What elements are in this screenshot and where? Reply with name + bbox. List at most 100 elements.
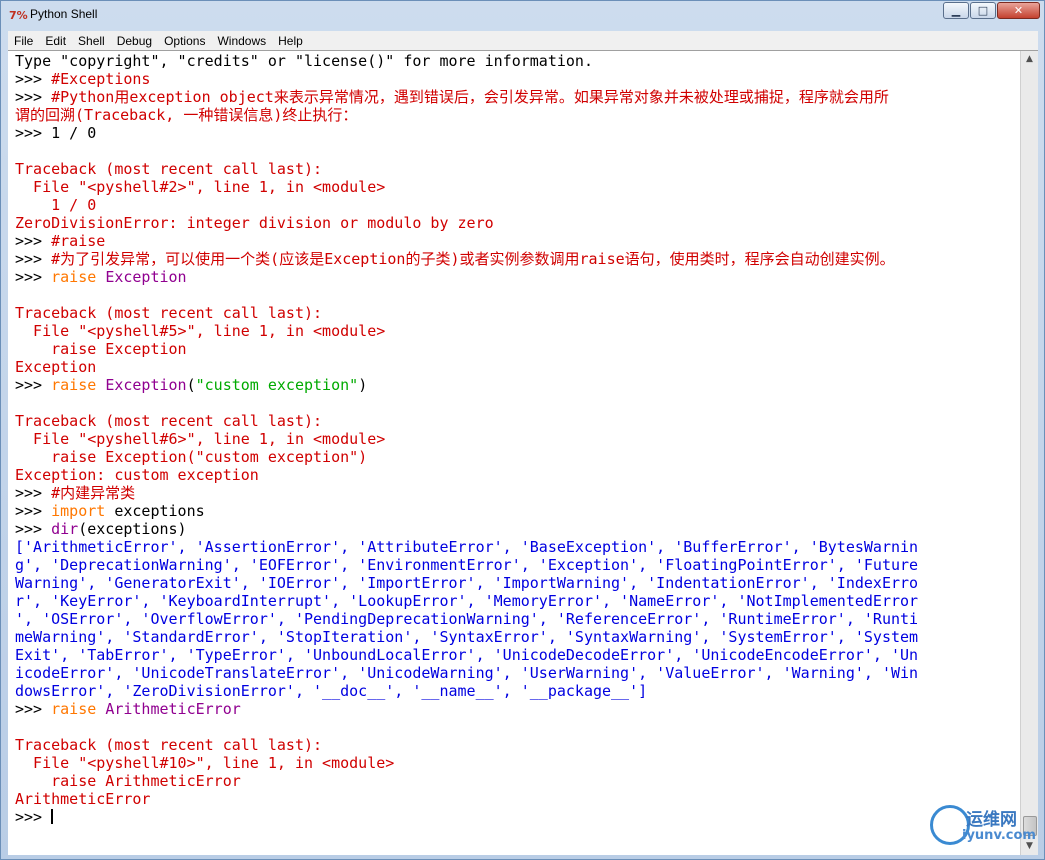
title-bar[interactable]: 7% Python Shell ▁ □ ✕ (1, 1, 1044, 30)
shell-text-segment: Traceback (most recent call last): (15, 412, 323, 430)
shell-line: 谓的回溯(Traceback, 一种错误信息)终止执行： (15, 106, 1020, 124)
shell-text-segment: >>> (15, 232, 52, 250)
menu-debug[interactable]: Debug (111, 34, 158, 48)
site-watermark: 运维网 iyunv.com (930, 803, 1036, 849)
shell-line: >>> dir(exceptions) (15, 520, 1020, 538)
menu-windows[interactable]: Windows (211, 34, 272, 48)
menu-help[interactable]: Help (272, 34, 309, 48)
scroll-up-arrow-icon[interactable]: ▲ (1021, 51, 1038, 68)
menu-file[interactable]: File (8, 34, 39, 48)
shell-text-segment: (exceptions) (78, 520, 187, 538)
shell-text-segment: ArithmeticError (15, 790, 151, 808)
shell-line: Type "copyright", "credits" or "license(… (15, 52, 1020, 70)
shell-text-segment: >>> (15, 268, 52, 286)
shell-text-segment: >>> (15, 502, 52, 520)
shell-text-segment (96, 376, 105, 394)
shell-text-segment: Exception (105, 268, 187, 286)
shell-line: ', 'OSError', 'OverflowError', 'PendingD… (15, 610, 1020, 628)
shell-text-segment: >>> (15, 376, 52, 394)
shell-text-segment: Type "copyright", "credits" or "license(… (15, 52, 593, 70)
menu-shell[interactable]: Shell (72, 34, 111, 48)
shell-text-segment: >>> (15, 250, 52, 268)
shell-text-segment: Exception: custom exception (15, 466, 259, 484)
shell-line: r', 'KeyError', 'KeyboardInterrupt', 'Lo… (15, 592, 1020, 610)
shell-text-segment: meWarning', 'StandardError', 'StopIterat… (15, 628, 919, 646)
shell-text-segment: raise (51, 700, 97, 718)
vertical-scrollbar[interactable]: ▲ ▼ (1020, 51, 1038, 855)
close-button[interactable]: ✕ (997, 2, 1040, 19)
shell-text-segment: Traceback (most recent call last): (15, 736, 323, 754)
shell-text-segment: 1 / 0 (15, 196, 97, 214)
shell-line: Warning', 'GeneratorExit', 'IOError', 'I… (15, 574, 1020, 592)
shell-text-segment: >>> (15, 700, 52, 718)
shell-text-segment: raise Exception (15, 340, 187, 358)
shell-text-segment: Exception (105, 376, 187, 394)
shell-text-segment: Exit', 'TabError', 'TypeError', 'Unbound… (15, 646, 919, 664)
menu-bar: File Edit Shell Debug Options Windows He… (8, 31, 1038, 50)
shell-line: icodeError', 'UnicodeTranslateError', 'U… (15, 664, 1020, 682)
window-controls: ▁ □ ✕ (942, 2, 1040, 19)
shell-text-segment: File "<pyshell#2>", line 1, in <module> (15, 178, 386, 196)
shell-text-segment: 谓的回溯(Traceback, 一种错误信息)终止执行： (15, 106, 358, 124)
shell-line: raise ArithmeticError (15, 772, 1020, 790)
shell-text-segment: raise Exception("custom exception") (15, 448, 368, 466)
shell-text-segment: File "<pyshell#6>", line 1, in <module> (15, 430, 386, 448)
shell-text-segment: r', 'KeyError', 'KeyboardInterrupt', 'Lo… (15, 592, 919, 610)
shell-text-segment: >>> 1 / 0 (15, 124, 97, 142)
shell-text-segment: #raise (51, 232, 106, 250)
shell-line: ArithmeticError (15, 790, 1020, 808)
shell-line: meWarning', 'StandardError', 'StopIterat… (15, 628, 1020, 646)
shell-text-segment: ( (186, 376, 196, 394)
shell-text-segment: Exception (15, 358, 97, 376)
shell-text-segment (96, 700, 105, 718)
shell-text-segment: icodeError', 'UnicodeTranslateError', 'U… (15, 664, 919, 682)
shell-line: >>> #内建异常类 (15, 484, 1020, 502)
shell-line: >>> #raise (15, 232, 1020, 250)
shell-text-segment: >>> (15, 70, 52, 88)
shell-text-segment: File "<pyshell#5>", line 1, in <module> (15, 322, 386, 340)
maximize-button[interactable]: □ (970, 2, 996, 19)
shell-text-segment: exceptions (105, 502, 205, 520)
watermark-text-url: iyunv.com (962, 828, 1036, 843)
menu-options[interactable]: Options (158, 34, 211, 48)
shell-text-segment: ', 'OSError', 'OverflowError', 'PendingD… (15, 610, 919, 628)
shell-line: ['ArithmeticError', 'AssertionError', 'A… (15, 538, 1020, 556)
shell-text-segment: import (51, 502, 106, 520)
shell-text-segment: dir (51, 520, 79, 538)
shell-text-segment: >>> (15, 520, 52, 538)
shell-line: >>> #为了引发异常，可以使用一个类(应该是Exception的子类)或者实例… (15, 250, 1020, 268)
shell-line: >>> #Exceptions (15, 70, 1020, 88)
python-shell-window: 7% Python Shell ▁ □ ✕ File Edit Shell De… (0, 0, 1045, 860)
shell-line: Traceback (most recent call last): (15, 304, 1020, 322)
shell-line: raise Exception("custom exception") (15, 448, 1020, 466)
shell-line: File "<pyshell#6>", line 1, in <module> (15, 430, 1020, 448)
shell-line: >>> raise Exception (15, 268, 1020, 286)
shell-line: ZeroDivisionError: integer division or m… (15, 214, 1020, 232)
shell-text-segment: Warning', 'GeneratorExit', 'IOError', 'I… (15, 574, 919, 592)
shell-line: >>> (15, 808, 1020, 826)
shell-line: >>> #Python用exception object来表示异常情况，遇到错误… (15, 88, 1020, 106)
shell-text-segment: "custom exception" (195, 376, 359, 394)
shell-line: >>> 1 / 0 (15, 124, 1020, 142)
shell-text-segment: >>> (15, 808, 52, 826)
shell-text-segment: raise (51, 268, 97, 286)
shell-line: Traceback (most recent call last): (15, 412, 1020, 430)
menu-edit[interactable]: Edit (39, 34, 72, 48)
shell-line: Traceback (most recent call last): (15, 736, 1020, 754)
shell-text-segment: #为了引发异常，可以使用一个类(应该是Exception的子类)或者实例参数调用… (51, 250, 895, 268)
minimize-button[interactable]: ▁ (943, 2, 969, 19)
shell-line: g', 'DeprecationWarning', 'EOFError', 'E… (15, 556, 1020, 574)
shell-text-segment: #Exceptions (51, 70, 151, 88)
shell-text-segment: >>> (15, 88, 52, 106)
shell-text-segment: File "<pyshell#10>", line 1, in <module> (15, 754, 395, 772)
shell-text-segment: >>> (15, 484, 52, 502)
shell-line: Exit', 'TabError', 'TypeError', 'Unbound… (15, 646, 1020, 664)
shell-line: Exception: custom exception (15, 466, 1020, 484)
shell-output[interactable]: Type "copyright", "credits" or "license(… (15, 52, 1020, 826)
shell-text-area[interactable]: Type "copyright", "credits" or "license(… (8, 50, 1038, 855)
shell-line: Exception (15, 358, 1020, 376)
